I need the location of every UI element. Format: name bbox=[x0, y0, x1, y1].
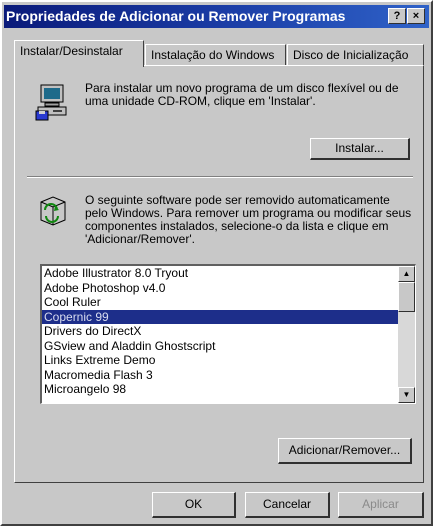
window-title: Propriedades de Adicionar ou Remover Pro… bbox=[6, 8, 346, 24]
install-instructions: Para instalar um novo programa de um dis… bbox=[85, 81, 399, 108]
program-list-item[interactable]: Microangelo 98 bbox=[42, 382, 415, 397]
install-computer-icon bbox=[35, 84, 67, 121]
arrow-down-icon: ▼ bbox=[402, 390, 411, 399]
program-list-item[interactable]: Cool Ruler bbox=[42, 295, 415, 310]
tab-instalar-desinstalar[interactable]: Instalar/Desinstalar bbox=[14, 40, 144, 67]
scroll-up-button[interactable]: ▲ bbox=[398, 266, 415, 282]
tab-instalacao-windows[interactable]: Instalação do Windows bbox=[145, 44, 286, 66]
program-list-item[interactable]: Adobe Illustrator 8.0 Tryout bbox=[42, 266, 415, 281]
close-button[interactable]: × bbox=[407, 8, 425, 24]
dialog-window: Propriedades de Adicionar ou Remover Pro… bbox=[0, 0, 433, 526]
tab-label: Instalação do Windows bbox=[151, 48, 275, 62]
ok-button-label: OK bbox=[184, 497, 203, 511]
program-list-item[interactable]: Copernic 99 bbox=[42, 309, 415, 324]
program-list-item[interactable]: Macromedia Flash 3 bbox=[42, 368, 415, 383]
scroll-thumb[interactable] bbox=[398, 282, 415, 312]
title-bar[interactable]: Propriedades de Adicionar ou Remover Pro… bbox=[4, 5, 429, 28]
scroll-down-button[interactable]: ▼ bbox=[398, 387, 415, 403]
tab-label: Disco de Inicialização bbox=[293, 48, 409, 62]
apply-button[interactable]: Aplicar bbox=[338, 492, 424, 518]
apply-button-label: Aplicar bbox=[362, 497, 399, 511]
arrow-up-icon: ▲ bbox=[402, 269, 411, 278]
add-remove-button[interactable]: Adicionar/Remover... bbox=[278, 438, 412, 464]
help-button[interactable]: ? bbox=[388, 8, 406, 24]
install-button-label: Instalar... bbox=[335, 141, 384, 155]
program-list[interactable]: Adobe Illustrator 8.0 Tryout Adobe Photos… bbox=[40, 264, 416, 404]
recycle-box-icon bbox=[40, 196, 66, 226]
cancel-button-label: Cancelar bbox=[262, 497, 312, 511]
add-remove-button-label: Adicionar/Remover... bbox=[288, 443, 401, 457]
program-list-item[interactable]: Links Extreme Demo bbox=[42, 353, 415, 368]
separator bbox=[27, 176, 413, 178]
program-rows: Adobe Illustrator 8.0 Tryout Adobe Photos… bbox=[42, 266, 415, 397]
program-list-item[interactable]: GSview and Aladdin Ghostscript bbox=[42, 339, 415, 354]
close-icon: × bbox=[412, 10, 420, 22]
tab-label: Instalar/Desinstalar bbox=[20, 44, 123, 58]
help-icon: ? bbox=[393, 10, 401, 22]
vertical-scrollbar[interactable]: ▲ ▼ bbox=[398, 266, 415, 403]
program-list-item[interactable]: Adobe Photoshop v4.0 bbox=[42, 281, 415, 296]
ok-button[interactable]: OK bbox=[152, 492, 236, 518]
program-list-item[interactable]: Drivers do DirectX bbox=[42, 324, 415, 339]
remove-instructions: O seguinte software pode ser removido au… bbox=[85, 193, 412, 246]
tab-disco-inicializacao[interactable]: Disco de Inicialização bbox=[287, 44, 424, 66]
cancel-button[interactable]: Cancelar bbox=[245, 492, 330, 518]
install-button[interactable]: Instalar... bbox=[310, 138, 410, 160]
